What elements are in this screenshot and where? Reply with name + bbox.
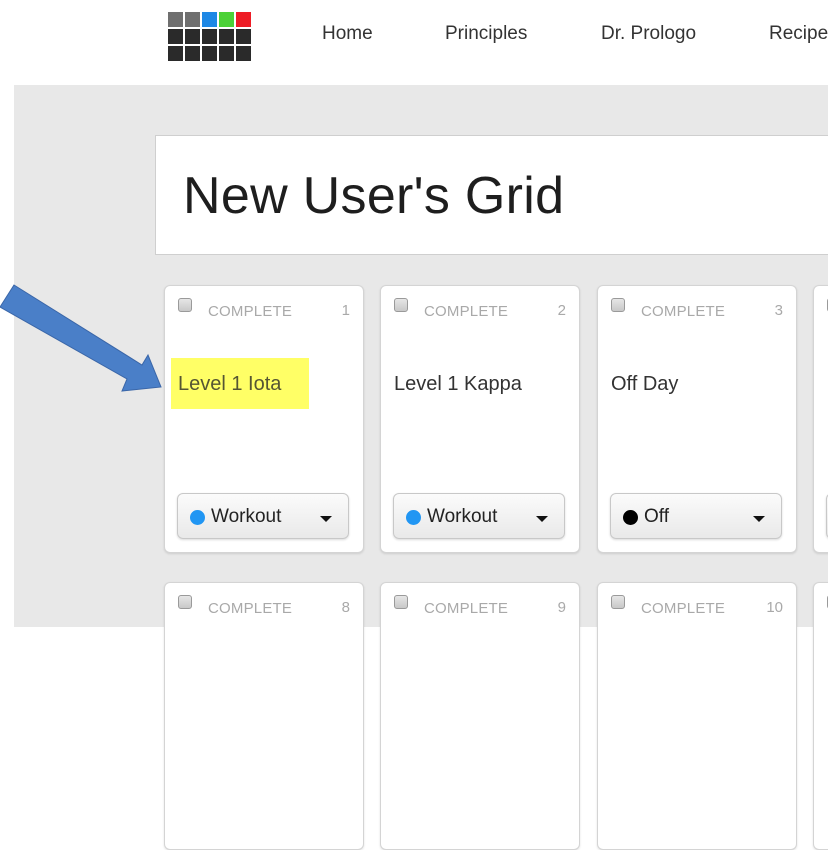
- complete-label: COMPLETE: [208, 600, 293, 617]
- day-card: COMPLETE 10: [597, 582, 797, 850]
- logo-square: [185, 12, 200, 27]
- status-dropdown-label: Workout: [211, 506, 282, 527]
- day-number: 10: [766, 599, 783, 616]
- status-dot-icon: [623, 510, 638, 525]
- complete-checkbox[interactable]: [611, 595, 625, 609]
- day-card: COMPLETE 9: [380, 582, 580, 850]
- day-number: 2: [557, 302, 566, 319]
- day-card: [813, 582, 828, 850]
- complete-checkbox[interactable]: [394, 595, 408, 609]
- logo-square: [168, 12, 183, 27]
- complete-label: COMPLETE: [641, 600, 726, 617]
- day-card: COMPLETE 2 Level 1 Kappa Workout: [380, 285, 580, 553]
- day-card: COMPLETE 8: [164, 582, 364, 850]
- logo-square: [185, 46, 200, 61]
- day-number: 9: [557, 599, 566, 616]
- grid-title-card: New User's Grid: [155, 135, 828, 255]
- status-dot-icon: [406, 510, 421, 525]
- complete-label: COMPLETE: [208, 303, 293, 320]
- complete-checkbox[interactable]: [178, 595, 192, 609]
- logo-square: [236, 46, 251, 61]
- logo-square: [202, 29, 217, 44]
- complete-label: COMPLETE: [641, 303, 726, 320]
- logo-square: [168, 46, 183, 61]
- complete-checkbox[interactable]: [611, 298, 625, 312]
- complete-checkbox[interactable]: [178, 298, 192, 312]
- logo-square: [202, 46, 217, 61]
- logo-square: [168, 29, 183, 44]
- logo-square: [185, 29, 200, 44]
- day-number: 8: [341, 599, 350, 616]
- logo-square: [202, 12, 217, 27]
- workout-name[interactable]: Level 1 Iota: [171, 358, 309, 409]
- status-dot-icon: [190, 510, 205, 525]
- caret-down-icon: [753, 516, 765, 522]
- grid-logo-icon[interactable]: [168, 12, 254, 64]
- logo-square: [219, 29, 234, 44]
- day-number: 1: [341, 302, 350, 319]
- day-card: COMPLETE 3 Off Day Off: [597, 285, 797, 553]
- logo-square: [219, 46, 234, 61]
- nav-recipes[interactable]: Recipe: [769, 23, 828, 45]
- page-title: New User's Grid: [183, 167, 565, 225]
- status-dropdown[interactable]: Off: [610, 493, 782, 539]
- status-dropdown-label: Off: [644, 506, 669, 527]
- site-header: Home Principles Dr. Prologo Recipe: [0, 0, 828, 85]
- status-dropdown-label: Workout: [427, 506, 498, 527]
- complete-checkbox[interactable]: [394, 298, 408, 312]
- status-dropdown[interactable]: Workout: [177, 493, 349, 539]
- nav-principles[interactable]: Principles: [445, 23, 527, 45]
- day-card: COMPLETE 1 Level 1 Iota Workout: [164, 285, 364, 553]
- complete-label: COMPLETE: [424, 303, 509, 320]
- status-dropdown[interactable]: Workout: [393, 493, 565, 539]
- logo-square: [219, 12, 234, 27]
- annotation-arrow-shape: [0, 284, 162, 392]
- complete-label: COMPLETE: [424, 600, 509, 617]
- nav-home[interactable]: Home: [322, 23, 373, 45]
- annotation-arrow-icon: [0, 284, 162, 392]
- day-number: 3: [774, 302, 783, 319]
- logo-square: [236, 12, 251, 27]
- caret-down-icon: [320, 516, 332, 522]
- workout-name[interactable]: Off Day: [611, 373, 678, 396]
- logo-square: [236, 29, 251, 44]
- workout-name[interactable]: Level 1 Kappa: [394, 373, 522, 396]
- caret-down-icon: [536, 516, 548, 522]
- nav-dr-prologo[interactable]: Dr. Prologo: [601, 23, 696, 45]
- day-card: [813, 285, 828, 553]
